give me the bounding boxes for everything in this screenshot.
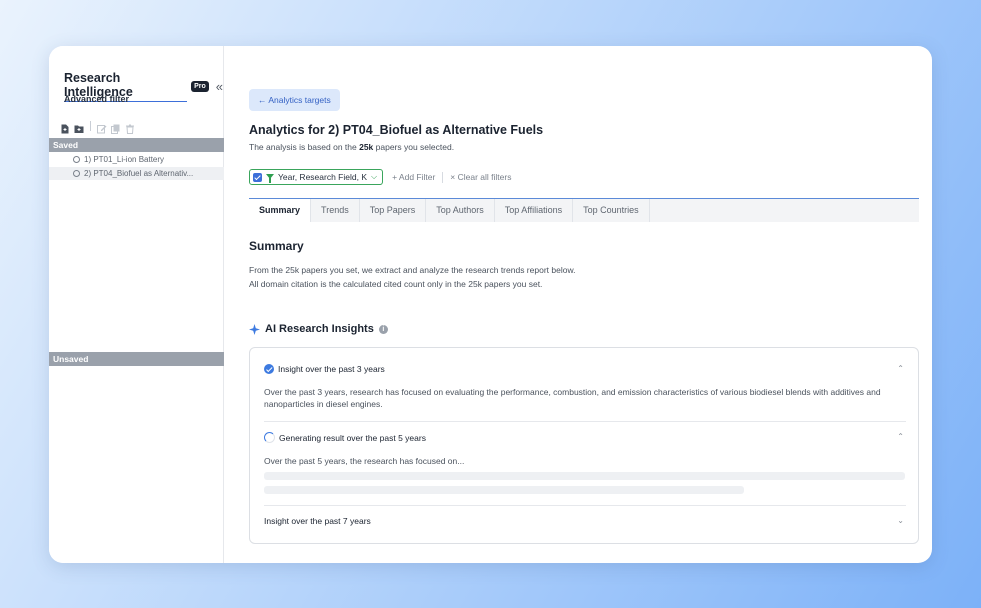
- insights-panel: Insight over the past 3 years ⌃ Over the…: [249, 347, 919, 544]
- filter-bar: Year, Research Field, K ⌵ + Add Filter ×…: [249, 169, 511, 185]
- tab-top-affiliations[interactable]: Top Affiliations: [495, 199, 574, 222]
- page-title: Analytics for 2) PT04_Biofuel as Alterna…: [249, 123, 544, 137]
- chevron-up-icon[interactable]: ⌃: [897, 364, 904, 373]
- saved-section-header: Saved: [49, 138, 224, 152]
- edit-icon[interactable]: [97, 121, 107, 134]
- divider: [264, 505, 906, 506]
- clear-all-filters-button[interactable]: × Clear all filters: [450, 172, 511, 182]
- ai-insights-heading: AI Research Insights i: [249, 323, 388, 335]
- insight-header[interactable]: Generating result over the past 5 years: [264, 432, 426, 443]
- insight-header[interactable]: Insight over the past 7 years: [264, 516, 371, 526]
- ai-insights-title: AI Research Insights: [265, 323, 374, 335]
- divider: [264, 421, 906, 422]
- checkbox-icon[interactable]: [253, 172, 262, 182]
- filter-divider: [442, 171, 444, 183]
- new-folder-icon[interactable]: [74, 121, 84, 133]
- summary-line: All domain citation is the calculated ci…: [249, 279, 543, 289]
- sidebar: Research Intelligence Pro « Advanced fil…: [49, 46, 224, 563]
- collapse-sidebar-icon[interactable]: «: [216, 80, 223, 93]
- analytics-tabs: Summary Trends Top Papers Top Authors To…: [249, 198, 919, 222]
- chevron-down-icon[interactable]: ⌄: [897, 516, 904, 525]
- summary-heading: Summary: [249, 239, 304, 253]
- saved-query-label: 2) PT04_Biofuel as Alternativ...: [84, 169, 194, 178]
- search-icon: [73, 156, 80, 163]
- insight-title: Generating result over the past 5 years: [279, 432, 426, 443]
- back-to-analytics-targets-button[interactable]: ← Analytics targets: [249, 89, 340, 111]
- add-filter-button[interactable]: + Add Filter: [392, 172, 435, 182]
- check-circle-icon: [264, 364, 274, 374]
- saved-query-item[interactable]: 2) PT04_Biofuel as Alternativ...: [49, 167, 224, 180]
- trash-icon[interactable]: [125, 121, 135, 134]
- advanced-filter-label: Advanced filter: [64, 94, 130, 104]
- insight-body: Over the past 3 years, research has focu…: [264, 387, 881, 409]
- pro-badge: Pro: [191, 81, 209, 92]
- search-icon: [73, 170, 80, 177]
- info-icon[interactable]: i: [378, 324, 388, 334]
- sidebar-toolbar: [60, 121, 135, 134]
- summary-line: From the 25k papers you set, we extract …: [249, 265, 576, 275]
- new-file-icon[interactable]: [60, 121, 70, 134]
- filter-chip-label: Year, Research Field, K: [278, 172, 367, 182]
- subtitle-text: papers you selected.: [373, 142, 455, 152]
- copy-icon[interactable]: [111, 121, 121, 134]
- chevron-up-icon[interactable]: ⌃: [897, 432, 904, 441]
- paper-count: 25k: [359, 142, 374, 152]
- tab-top-countries[interactable]: Top Countries: [573, 199, 650, 222]
- insight-title: Insight over the past 7 years: [264, 516, 371, 526]
- unsaved-section-header: Unsaved: [49, 352, 224, 366]
- saved-query-item[interactable]: 1) PT01_Li-ion Battery: [49, 153, 224, 166]
- filter-icon: [266, 173, 274, 183]
- page-subtitle: The analysis is based on the 25k papers …: [249, 142, 454, 152]
- app-window: Research Intelligence Pro « Advanced fil…: [49, 46, 932, 563]
- sparkle-icon: [249, 323, 260, 335]
- tab-summary[interactable]: Summary: [249, 199, 312, 222]
- loading-skeleton: [264, 472, 905, 480]
- tab-top-authors[interactable]: Top Authors: [426, 199, 495, 222]
- tab-top-papers[interactable]: Top Papers: [360, 199, 427, 222]
- insight-title: Insight over the past 3 years: [278, 364, 385, 374]
- insight-header[interactable]: Insight over the past 3 years: [264, 364, 385, 374]
- tab-trends[interactable]: Trends: [311, 199, 360, 222]
- summary-text: From the 25k papers you set, we extract …: [249, 263, 575, 291]
- loading-spinner-icon: [264, 432, 275, 443]
- chevron-down-icon: ⌵: [370, 172, 378, 181]
- insight-body: Over the past 5 years, the research has …: [264, 456, 465, 466]
- toolbar-divider: [90, 121, 91, 131]
- main-content: ← Analytics targets Analytics for 2) PT0…: [249, 46, 919, 563]
- filter-chip[interactable]: Year, Research Field, K ⌵: [249, 169, 384, 185]
- subtitle-text: The analysis is based on the: [249, 142, 360, 152]
- saved-query-label: 1) PT01_Li-ion Battery: [84, 155, 165, 164]
- loading-skeleton: [264, 486, 744, 494]
